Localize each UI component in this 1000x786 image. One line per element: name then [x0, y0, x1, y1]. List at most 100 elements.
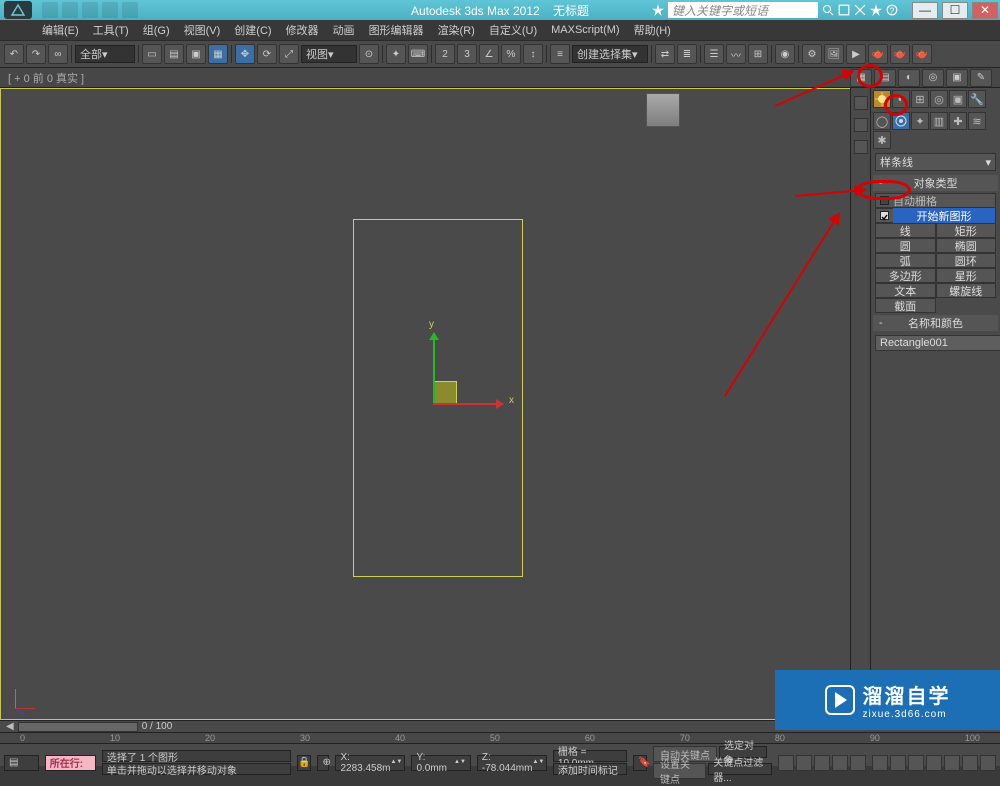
coord-z-spinner[interactable]: Z: -78.044mm▲▼: [477, 755, 547, 771]
strip-icon[interactable]: [854, 118, 868, 132]
rollout-name-color[interactable]: -名称和颜色: [873, 315, 998, 331]
close-button[interactable]: ✕: [972, 2, 998, 19]
shape-arc-button[interactable]: 弧: [875, 253, 936, 268]
edit-named-sel-button[interactable]: ≡: [550, 44, 570, 64]
snap-2d-button[interactable]: 2: [435, 44, 455, 64]
shapes-cat[interactable]: [892, 112, 910, 130]
infocenter-toggle-icon[interactable]: [652, 4, 664, 16]
menu-item[interactable]: 图形编辑器: [363, 20, 430, 40]
coord-x-spinner[interactable]: X: 2283.458m▲▼: [335, 755, 405, 771]
shape-text-button[interactable]: 文本: [875, 283, 936, 298]
align-button[interactable]: ≣: [677, 44, 697, 64]
menu-item[interactable]: 帮助(H): [628, 20, 677, 40]
spinner-snap-button[interactable]: ↕: [523, 44, 543, 64]
menu-item[interactable]: 动画: [327, 20, 361, 40]
menu-item[interactable]: 修改器: [280, 20, 325, 40]
undo-button[interactable]: ↶: [4, 44, 24, 64]
time-back-icon[interactable]: ◀: [6, 721, 14, 732]
key-filter-button[interactable]: 关键点过滤器...: [708, 763, 772, 775]
select-button[interactable]: ▭: [142, 44, 162, 64]
fov-button[interactable]: [926, 755, 942, 771]
graphite-btn[interactable]: ✎: [970, 69, 992, 87]
favorite-icon[interactable]: [870, 4, 882, 16]
schematic-view-button[interactable]: ⊞: [748, 44, 768, 64]
goto-end-button[interactable]: [850, 755, 866, 771]
gizmo-origin[interactable]: [433, 381, 457, 405]
graphite-btn[interactable]: ◐: [898, 69, 920, 87]
teapot-icon[interactable]: 🫖: [890, 44, 910, 64]
render-button[interactable]: ▶: [846, 44, 866, 64]
link-button[interactable]: ∞: [48, 44, 68, 64]
shape-rectangle-button[interactable]: 矩形: [936, 223, 997, 238]
angle-snap-button[interactable]: ∠: [479, 44, 499, 64]
menu-item[interactable]: 工具(T): [87, 20, 135, 40]
next-frame-button[interactable]: [832, 755, 848, 771]
exchange-icon[interactable]: [854, 4, 866, 16]
shape-ellipse-button[interactable]: 椭圆: [936, 238, 997, 253]
shape-ngon-button[interactable]: 多边形: [875, 268, 936, 283]
utilities-tab[interactable]: 🔧: [968, 90, 986, 108]
current-layer-label[interactable]: 所在行:: [45, 755, 96, 771]
rollout-object-type[interactable]: -对象类型: [873, 175, 998, 191]
strip-icon[interactable]: [854, 96, 868, 110]
material-editor-button[interactable]: ◉: [775, 44, 795, 64]
qat-btn[interactable]: [42, 2, 58, 18]
qat-btn[interactable]: [62, 2, 78, 18]
coord-y-spinner[interactable]: Y: 0.0mm▲▼: [411, 755, 470, 771]
rendered-frame-button[interactable]: 🖼: [824, 44, 844, 64]
selection-filter-dropdown[interactable]: 全部 ▾: [75, 45, 135, 63]
time-slider[interactable]: [18, 722, 138, 732]
mirror-button[interactable]: ⇄: [655, 44, 675, 64]
motion-tab[interactable]: ◎: [930, 90, 948, 108]
select-rotate-button[interactable]: ⟳: [257, 44, 277, 64]
ref-coord-dropdown[interactable]: 视图 ▾: [301, 45, 357, 63]
object-name-input[interactable]: [875, 335, 1000, 351]
render-setup-button[interactable]: ⚙: [802, 44, 822, 64]
shapes-subtype-dropdown[interactable]: 样条线: [875, 153, 996, 171]
select-move-button[interactable]: ✥: [235, 44, 255, 64]
use-center-button[interactable]: ⊙: [359, 44, 379, 64]
search-icon[interactable]: [822, 4, 834, 16]
goto-start-button[interactable]: [778, 755, 794, 771]
geometry-cat[interactable]: ◯: [873, 112, 891, 130]
cameras-cat[interactable]: ▥: [930, 112, 948, 130]
shape-donut-button[interactable]: 圆环: [936, 253, 997, 268]
percent-snap-button[interactable]: %: [501, 44, 521, 64]
hierarchy-tab[interactable]: ⊞: [911, 90, 929, 108]
app-logo-icon[interactable]: [4, 1, 32, 19]
select-name-button[interactable]: ▤: [164, 44, 184, 64]
teapot-icon[interactable]: 🫖: [868, 44, 888, 64]
curve-editor-button[interactable]: 〰: [726, 44, 746, 64]
keyboard-button[interactable]: ⌨: [408, 44, 428, 64]
menu-item[interactable]: MAXScript(M): [545, 22, 625, 38]
systems-cat[interactable]: ✱: [873, 131, 891, 149]
qat-btn[interactable]: [82, 2, 98, 18]
autogrid-checkbox[interactable]: 自动栅格: [875, 193, 996, 208]
menu-item[interactable]: 渲染(R): [432, 20, 481, 40]
window-crossing-button[interactable]: ▦: [208, 44, 228, 64]
viewport-label[interactable]: [ + 0 前 0 真实 ]: [8, 70, 84, 86]
menu-item[interactable]: 创建(C): [228, 20, 277, 40]
viewport[interactable]: x y: [0, 88, 850, 720]
menu-item[interactable]: 编辑(E): [36, 20, 85, 40]
maximize-viewport-button[interactable]: [980, 755, 996, 771]
helpers-cat[interactable]: ✚: [949, 112, 967, 130]
graphite-btn[interactable]: ▦: [850, 69, 872, 87]
prev-frame-button[interactable]: [796, 755, 812, 771]
subscription-icon[interactable]: [838, 4, 850, 16]
graphite-btn[interactable]: ◎: [922, 69, 944, 87]
time-tag-icon[interactable]: 🔖: [633, 755, 647, 771]
select-region-button[interactable]: ▣: [186, 44, 206, 64]
snap-3d-button[interactable]: 3: [457, 44, 477, 64]
menu-item[interactable]: 视图(V): [178, 20, 227, 40]
time-ruler[interactable]: 0102030405060708090100: [0, 732, 1000, 744]
help-search-input[interactable]: 键入关键字或短语: [668, 2, 818, 18]
shape-section-button[interactable]: 截面: [875, 298, 936, 313]
spacewarps-cat[interactable]: ≋: [968, 112, 986, 130]
script-listener-icon[interactable]: ▤: [4, 755, 39, 771]
pan-button[interactable]: [944, 755, 960, 771]
setkey-button[interactable]: 设置关键点: [653, 763, 706, 779]
shape-line-button[interactable]: 线: [875, 223, 936, 238]
minimize-button[interactable]: —: [912, 2, 938, 19]
layer-manager-button[interactable]: ☰: [704, 44, 724, 64]
